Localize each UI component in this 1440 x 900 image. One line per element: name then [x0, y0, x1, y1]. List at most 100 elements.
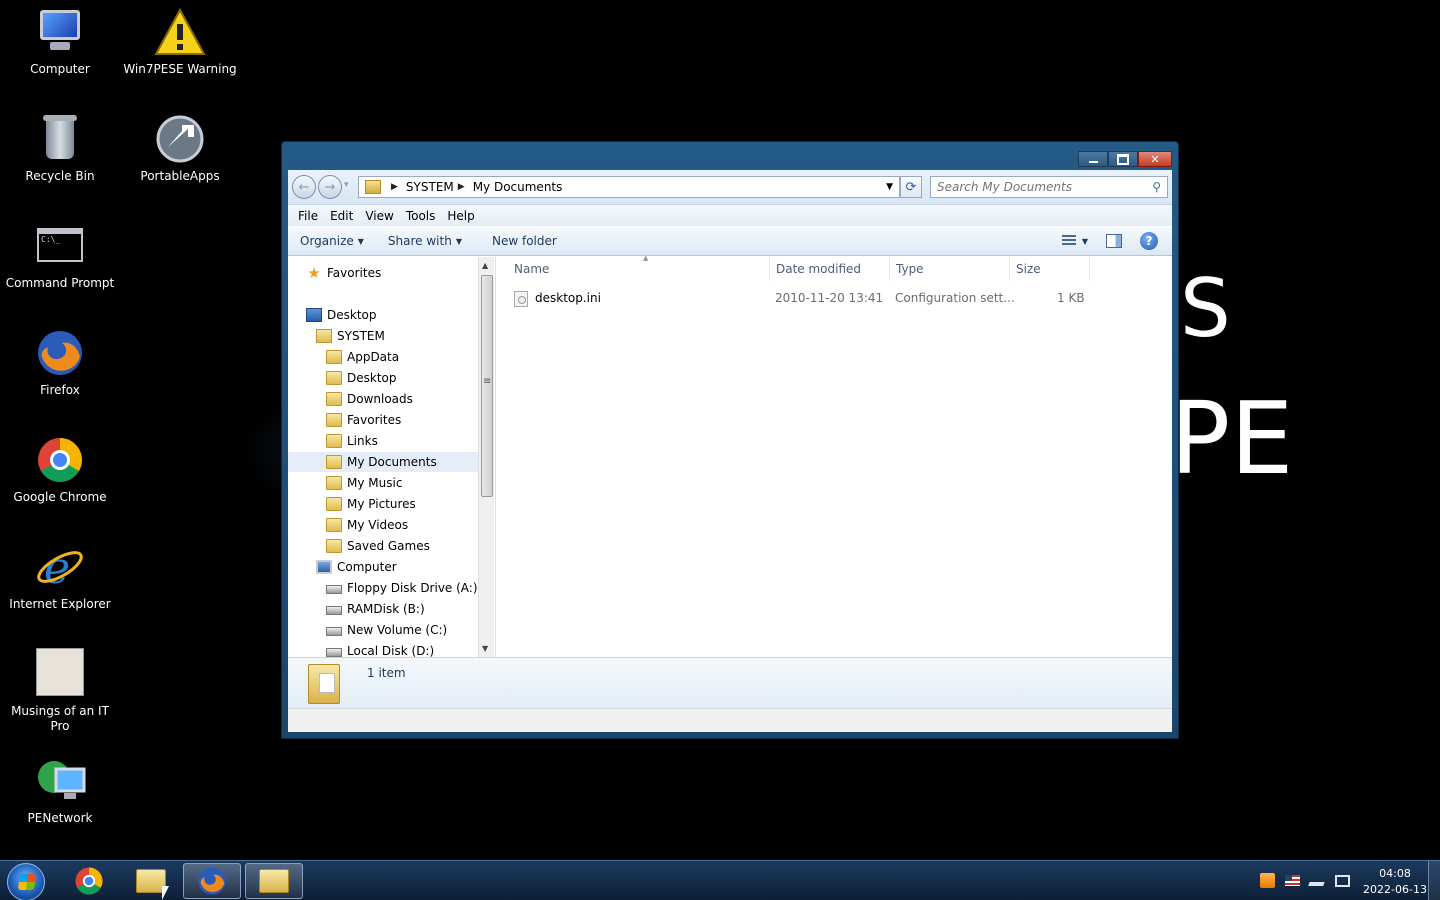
tree-item-saved-games[interactable]: Saved Games [326, 536, 478, 556]
share-with-button[interactable]: Share with ▼ [376, 234, 474, 248]
tree-item-my-pictures[interactable]: My Pictures [326, 494, 478, 514]
scrollbar-thumb[interactable] [481, 275, 493, 497]
drive-icon [326, 627, 342, 636]
desktop-icon-label: Recycle Bin [25, 169, 95, 183]
navigation-pane[interactable]: ★ Favorites Desktop SYSTEM AppData Deskt… [288, 257, 494, 657]
desktop-icon-recycle-bin[interactable]: Recycle Bin [0, 107, 120, 184]
refresh-button[interactable]: ⟳ [900, 176, 922, 198]
organize-button[interactable]: Organize ▼ [288, 234, 376, 248]
recent-pages-dropdown[interactable]: ▾ [344, 180, 349, 190]
tree-item-favorites[interactable]: ★ Favorites [306, 263, 478, 283]
taskbar-chrome[interactable] [60, 863, 118, 899]
language-flag-icon[interactable] [1285, 875, 1300, 886]
tray-warning-icon[interactable] [1260, 873, 1275, 888]
caret-down-icon: ▼ [1081, 236, 1088, 246]
navigation-scrollbar[interactable]: ▲ ▼ [478, 257, 494, 657]
column-header-type[interactable]: Type [890, 257, 1010, 281]
desktop-icon-internet-explorer[interactable]: e Internet Explorer [0, 535, 120, 612]
taskbar-explorer[interactable] [122, 863, 180, 899]
start-button[interactable] [7, 863, 45, 900]
close-button[interactable]: ✕ [1138, 151, 1172, 167]
tree-item-new-volume[interactable]: New Volume (C:) [326, 620, 478, 640]
column-name-label: Name [514, 262, 550, 276]
tree-item-links[interactable]: Links [326, 431, 478, 451]
desktop-icon-firefox[interactable]: Firefox [0, 321, 120, 398]
explorer-window[interactable]: ✕ ← → ▾ ▶ SYSTEM ▶ My Documents ▼ ⟳ ⚲ Fi… [281, 141, 1179, 739]
tree-item-local-disk[interactable]: Local Disk (D:) [326, 641, 478, 657]
help-icon[interactable]: ? [1140, 232, 1158, 250]
favorites-star-icon: ★ [307, 264, 321, 282]
file-row[interactable]: desktop.ini 2010-11-20 13:41 Configurati… [496, 287, 1172, 309]
desktop-icon-label: Musings of an IT Pro [11, 704, 109, 733]
svg-text:e: e [44, 543, 70, 593]
network-icon[interactable] [1308, 875, 1327, 886]
tree-item-computer[interactable]: Computer [316, 557, 478, 577]
tree-item-downloads[interactable]: Downloads [326, 389, 478, 409]
desktop-icon-label: Computer [30, 62, 90, 76]
tree-item-label: Desktop [327, 308, 377, 322]
desktop-icon-google-chrome[interactable]: Google Chrome [0, 428, 120, 505]
minimize-button[interactable] [1078, 151, 1108, 167]
tree-item-my-documents[interactable]: My Documents [288, 452, 478, 472]
breadcrumb-system[interactable]: SYSTEM [406, 180, 454, 194]
change-view-button[interactable]: ▼ [1061, 235, 1088, 247]
show-desktop-button[interactable] [1428, 861, 1440, 900]
tree-item-label: Links [347, 434, 378, 448]
portableapps-icon [154, 113, 206, 165]
tree-item-floppy[interactable]: Floppy Disk Drive (A:) [326, 578, 478, 598]
tree-item-favorites-folder[interactable]: Favorites [326, 410, 478, 430]
column-header-name[interactable]: Name ▲ [508, 254, 770, 281]
search-icon[interactable]: ⚲ [1152, 180, 1161, 194]
breadcrumb-my-documents[interactable]: My Documents [473, 180, 563, 194]
folder-icon [308, 664, 340, 704]
settings-file-icon [514, 291, 528, 307]
address-bar[interactable]: ▶ SYSTEM ▶ My Documents ▼ [358, 176, 900, 198]
column-header-date[interactable]: Date modified [770, 257, 890, 281]
action-center-icon[interactable] [1335, 874, 1350, 887]
forward-button[interactable]: → [318, 175, 342, 199]
tree-item-desktop[interactable]: Desktop [306, 305, 478, 325]
taskbar-explorer-active[interactable] [245, 863, 303, 899]
taskbar-firefox[interactable] [183, 863, 241, 899]
drive-icon [326, 648, 342, 657]
desktop-icon-command-prompt[interactable]: C:\_ Command Prompt [0, 214, 120, 291]
scroll-down-icon[interactable]: ▼ [482, 644, 488, 653]
desktop-icon-win7pese-warning[interactable]: Win7PESE Warning [120, 0, 240, 77]
column-header-size[interactable]: Size [1010, 257, 1090, 281]
folder-icon [326, 371, 342, 385]
menu-view[interactable]: View [359, 209, 399, 223]
sort-ascending-icon: ▲ [643, 254, 649, 262]
menu-file[interactable]: File [292, 209, 324, 223]
desktop-icon-portableapps[interactable]: PortableApps [120, 107, 240, 184]
item-count: 1 item [367, 666, 406, 680]
menu-help[interactable]: Help [441, 209, 480, 223]
videos-folder-icon [326, 518, 342, 532]
desktop-icon-musings[interactable]: Musings of an IT Pro [0, 642, 120, 734]
menu-edit[interactable]: Edit [324, 209, 359, 223]
preview-pane-icon[interactable] [1106, 234, 1122, 248]
tree-item-label: Favorites [327, 266, 382, 280]
desktop-icon-computer[interactable]: Computer [0, 0, 120, 77]
chevron-right-icon[interactable]: ▶ [458, 182, 465, 192]
address-dropdown-icon[interactable]: ▼ [886, 182, 893, 192]
file-name: desktop.ini [535, 291, 601, 305]
back-button[interactable]: ← [292, 175, 316, 199]
scroll-up-icon[interactable]: ▲ [482, 261, 488, 270]
search-box[interactable]: ⚲ [930, 176, 1168, 198]
internet-explorer-icon: e [34, 541, 86, 594]
tree-item-my-music[interactable]: My Music [326, 473, 478, 493]
tree-item-desktop-folder[interactable]: Desktop [326, 368, 478, 388]
menu-tools[interactable]: Tools [400, 209, 442, 223]
chevron-right-icon[interactable]: ▶ [391, 182, 398, 192]
file-list[interactable]: Name ▲ Date modified Type Size desktop.i… [495, 254, 1172, 657]
maximize-button[interactable] [1108, 151, 1138, 167]
new-folder-button[interactable]: New folder [474, 234, 569, 248]
tree-item-my-videos[interactable]: My Videos [326, 515, 478, 535]
tree-item-label: Local Disk (D:) [347, 644, 435, 657]
desktop-icon-penetwork[interactable]: PENetwork [0, 749, 120, 826]
tree-item-appdata[interactable]: AppData [326, 347, 478, 367]
search-input[interactable] [931, 177, 1141, 197]
tree-item-system[interactable]: SYSTEM [316, 326, 478, 346]
clock[interactable]: 04:08 2022-06-13 [1360, 866, 1430, 898]
tree-item-ramdisk[interactable]: RAMDisk (B:) [326, 599, 478, 619]
